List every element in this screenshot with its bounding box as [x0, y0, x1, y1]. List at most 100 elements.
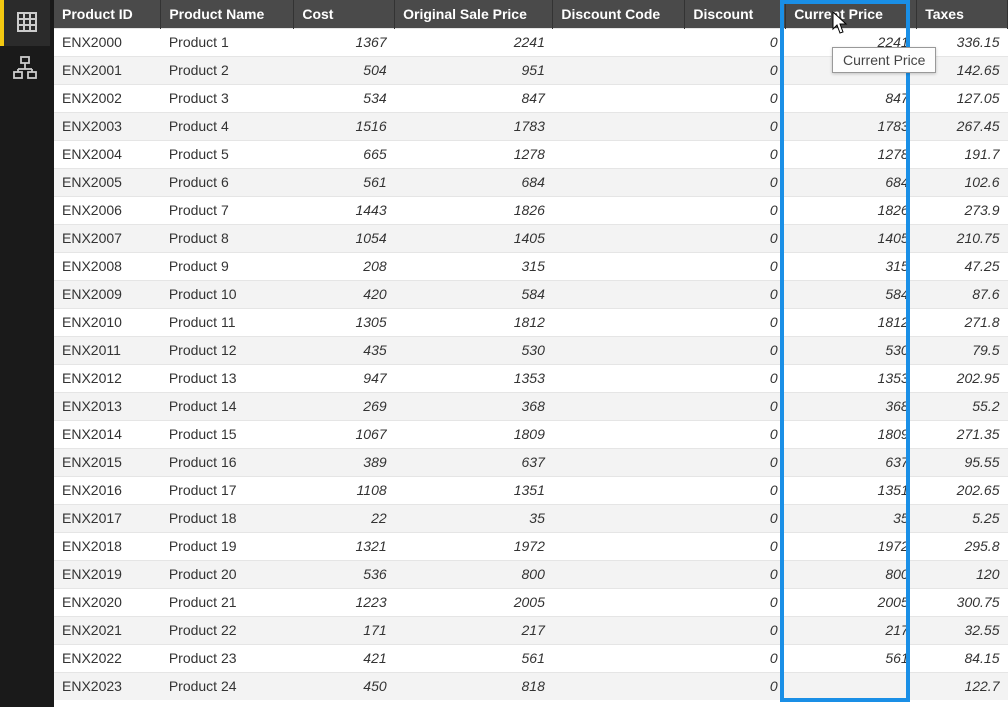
table-row[interactable]: ENX2019Product 205368000800120 [54, 560, 1008, 588]
cell-product-id[interactable]: ENX2023 [54, 672, 161, 700]
cell-product-id[interactable]: ENX2021 [54, 616, 161, 644]
cell-product-id[interactable]: ENX2004 [54, 140, 161, 168]
cell-cost[interactable]: 171 [294, 616, 395, 644]
cell-current-price[interactable] [786, 672, 917, 700]
cell-cost[interactable]: 534 [294, 84, 395, 112]
cell-product-id[interactable]: ENX2008 [54, 252, 161, 280]
cell-taxes[interactable]: 210.75 [917, 224, 1008, 252]
cell-discount[interactable]: 0 [685, 420, 786, 448]
cell-taxes[interactable]: 47.25 [917, 252, 1008, 280]
header-product-name[interactable]: Product Name [161, 0, 294, 28]
cell-discount-code[interactable] [553, 308, 685, 336]
cell-taxes[interactable]: 55.2 [917, 392, 1008, 420]
cell-cost[interactable]: 1054 [294, 224, 395, 252]
cell-product-id[interactable]: ENX2014 [54, 420, 161, 448]
cell-current-price[interactable]: 35 [786, 504, 917, 532]
cell-product-name[interactable]: Product 6 [161, 168, 294, 196]
cell-product-name[interactable]: Product 7 [161, 196, 294, 224]
table-row[interactable]: ENX2013Product 14269368036855.2 [54, 392, 1008, 420]
cell-original-price[interactable]: 1405 [395, 224, 553, 252]
cell-current-price[interactable]: 2005 [786, 588, 917, 616]
table-row[interactable]: ENX2016Product 171108135101351202.65 [54, 476, 1008, 504]
cell-current-price[interactable]: 637 [786, 448, 917, 476]
cell-discount[interactable]: 0 [685, 476, 786, 504]
cell-original-price[interactable]: 35 [395, 504, 553, 532]
cell-product-name[interactable]: Product 23 [161, 644, 294, 672]
table-row[interactable]: ENX2010Product 111305181201812271.8 [54, 308, 1008, 336]
cell-product-id[interactable]: ENX2017 [54, 504, 161, 532]
cell-product-id[interactable]: ENX2005 [54, 168, 161, 196]
table-row[interactable]: ENX2014Product 151067180901809271.35 [54, 420, 1008, 448]
cell-discount[interactable]: 0 [685, 224, 786, 252]
table-row[interactable]: ENX2003Product 41516178301783267.45 [54, 112, 1008, 140]
table-row[interactable]: ENX2012Product 13947135301353202.95 [54, 364, 1008, 392]
cell-taxes[interactable]: 120 [917, 560, 1008, 588]
cell-original-price[interactable]: 561 [395, 644, 553, 672]
cell-discount-code[interactable] [553, 420, 685, 448]
cell-discount-code[interactable] [553, 252, 685, 280]
cell-original-price[interactable]: 1972 [395, 532, 553, 560]
cell-cost[interactable]: 561 [294, 168, 395, 196]
cell-cost[interactable]: 1108 [294, 476, 395, 504]
table-row[interactable]: ENX2018Product 191321197201972295.8 [54, 532, 1008, 560]
cell-original-price[interactable]: 2005 [395, 588, 553, 616]
cell-current-price[interactable]: 1351 [786, 476, 917, 504]
cell-original-price[interactable]: 368 [395, 392, 553, 420]
cell-cost[interactable]: 665 [294, 140, 395, 168]
cell-product-name[interactable]: Product 22 [161, 616, 294, 644]
cell-product-name[interactable]: Product 19 [161, 532, 294, 560]
cell-product-name[interactable]: Product 11 [161, 308, 294, 336]
cell-current-price[interactable]: 1812 [786, 308, 917, 336]
cell-cost[interactable]: 420 [294, 280, 395, 308]
cell-discount[interactable]: 0 [685, 112, 786, 140]
cell-taxes[interactable]: 79.5 [917, 336, 1008, 364]
cell-discount-code[interactable] [553, 672, 685, 700]
cell-discount-code[interactable] [553, 504, 685, 532]
cell-original-price[interactable]: 584 [395, 280, 553, 308]
cell-current-price[interactable]: 368 [786, 392, 917, 420]
header-discount[interactable]: Discount [685, 0, 786, 28]
cell-product-name[interactable]: Product 20 [161, 560, 294, 588]
cell-original-price[interactable]: 951 [395, 56, 553, 84]
cell-product-id[interactable]: ENX2015 [54, 448, 161, 476]
table-row[interactable]: ENX2022Product 23421561056184.15 [54, 644, 1008, 672]
cell-discount-code[interactable] [553, 84, 685, 112]
cell-product-id[interactable]: ENX2013 [54, 392, 161, 420]
cell-product-name[interactable]: Product 9 [161, 252, 294, 280]
cell-product-name[interactable]: Product 2 [161, 56, 294, 84]
cell-original-price[interactable]: 1278 [395, 140, 553, 168]
table-row[interactable]: ENX2008Product 9208315031547.25 [54, 252, 1008, 280]
cell-taxes[interactable]: 271.8 [917, 308, 1008, 336]
header-current-price[interactable]: Current Price [786, 0, 917, 28]
cell-taxes[interactable]: 84.15 [917, 644, 1008, 672]
cell-cost[interactable]: 450 [294, 672, 395, 700]
cell-discount-code[interactable] [553, 224, 685, 252]
cell-taxes[interactable]: 127.05 [917, 84, 1008, 112]
cell-discount[interactable]: 0 [685, 616, 786, 644]
cell-product-name[interactable]: Product 13 [161, 364, 294, 392]
cell-product-name[interactable]: Product 17 [161, 476, 294, 504]
table-row[interactable]: ENX2004Product 5665127801278191.7 [54, 140, 1008, 168]
cell-product-name[interactable]: Product 16 [161, 448, 294, 476]
cell-taxes[interactable]: 87.6 [917, 280, 1008, 308]
cell-current-price[interactable]: 847 [786, 84, 917, 112]
table-row[interactable]: ENX2002Product 35348470847127.05 [54, 84, 1008, 112]
cell-original-price[interactable]: 847 [395, 84, 553, 112]
header-original-price[interactable]: Original Sale Price [395, 0, 553, 28]
cell-discount[interactable]: 0 [685, 532, 786, 560]
cell-current-price[interactable]: 1809 [786, 420, 917, 448]
cell-original-price[interactable]: 800 [395, 560, 553, 588]
cell-taxes[interactable]: 295.8 [917, 532, 1008, 560]
cell-product-id[interactable]: ENX2006 [54, 196, 161, 224]
cell-original-price[interactable]: 1351 [395, 476, 553, 504]
cell-discount[interactable]: 0 [685, 504, 786, 532]
table-row[interactable]: ENX2005Product 65616840684102.6 [54, 168, 1008, 196]
cell-product-name[interactable]: Product 24 [161, 672, 294, 700]
cell-discount-code[interactable] [553, 560, 685, 588]
cell-product-id[interactable]: ENX2009 [54, 280, 161, 308]
cell-discount-code[interactable] [553, 56, 685, 84]
cell-current-price[interactable]: 684 [786, 168, 917, 196]
cell-taxes[interactable]: 273.9 [917, 196, 1008, 224]
cell-taxes[interactable]: 122.7 [917, 672, 1008, 700]
cell-product-name[interactable]: Product 1 [161, 28, 294, 56]
